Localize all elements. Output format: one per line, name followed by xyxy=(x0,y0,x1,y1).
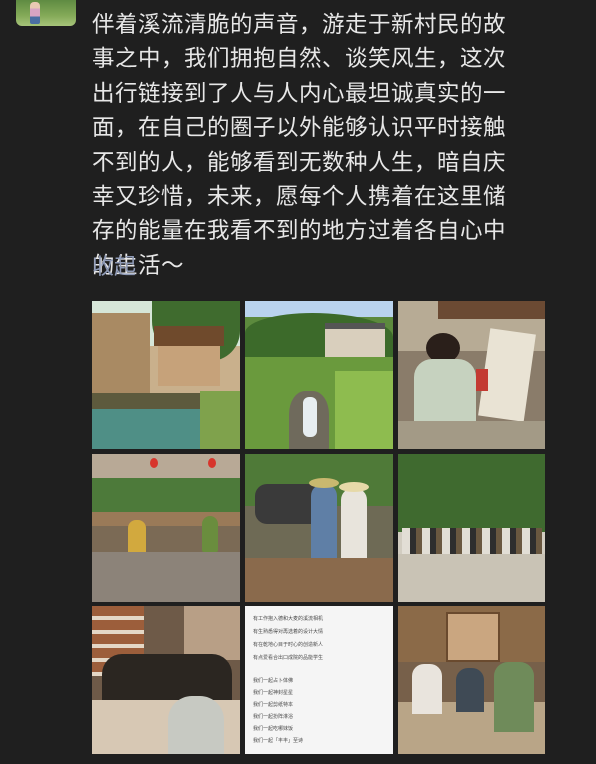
photo-hat xyxy=(339,482,369,492)
post-text-line: 伴着溪流清脆的声音，游走于新村民的故 xyxy=(92,12,507,38)
photo-hill xyxy=(398,454,545,532)
collapse-link[interactable]: 收起 xyxy=(92,252,136,284)
photo-group-at-tables[interactable] xyxy=(398,606,545,754)
photo-hat xyxy=(309,478,339,488)
photo-note-line: 有工作抱入德和大麦的溪流相机 xyxy=(253,616,324,622)
post-text-line: 出行链接到了人与人内心最坦诚真实的一 xyxy=(92,80,507,107)
post-text-line: 存的能量在我看不到的地方过着各自心中 xyxy=(92,218,507,245)
photo-note-line: 我们一起神封星星 xyxy=(253,690,294,696)
post-text: 伴着溪流清脆的声音，游走于新村民的故 事之中，我们拥抱自然、谈笑风生，这次 出行… xyxy=(92,8,562,283)
photo-child xyxy=(341,488,367,564)
photo-floor xyxy=(92,552,240,602)
photo-houses xyxy=(325,323,385,357)
photo-house xyxy=(158,346,220,386)
photo-lantern xyxy=(208,458,216,468)
photo-note-line: 有生熟悉得对再选着的设计大情 xyxy=(253,629,324,635)
photo-people xyxy=(402,528,542,554)
photo-window xyxy=(184,606,240,660)
photo-grass xyxy=(200,391,240,449)
photo-group-on-sand[interactable] xyxy=(398,454,545,602)
photo-note-line: 有在乾地心目于时心的创造新人 xyxy=(253,642,324,648)
post-text-line: 面，在自己的圈子以外能够认识平时接触 xyxy=(92,115,507,142)
photo-roof xyxy=(154,326,224,346)
photo-note-line: 我们一起「丰丰」至诗 xyxy=(253,738,304,744)
photo-note-line: 有点爱看合出口成院的品能学生 xyxy=(253,655,324,661)
photo-grass xyxy=(335,371,393,449)
photo-ground xyxy=(398,421,545,449)
photo-person xyxy=(412,664,442,714)
moments-post: 伴着溪流清脆的声音，游走于新村民的故 事之中，我们拥抱自然、谈笑风生，这次 出行… xyxy=(0,0,596,764)
photo-person-body xyxy=(414,359,476,429)
photo-child xyxy=(128,520,146,556)
photo-sand xyxy=(398,554,545,602)
photo-child xyxy=(202,516,218,552)
photo-red-object xyxy=(476,369,488,391)
photo-riverside-village[interactable] xyxy=(92,301,240,449)
post-text-line: 幸又珍惜，未来，愿每个人携着在这里储 xyxy=(92,184,507,211)
photo-classroom[interactable] xyxy=(92,606,240,754)
photo-roof xyxy=(438,301,545,319)
photo-note-line: 我们一起剪纸特本 xyxy=(253,702,294,708)
photo-mountain-stream[interactable] xyxy=(245,301,393,449)
post-text-line: 事之中，我们拥抱自然、谈笑风生，这次 xyxy=(92,46,507,73)
photo-person xyxy=(494,662,534,732)
photo-note-line: 我们一起占卜体佛 xyxy=(253,678,294,684)
photo-person xyxy=(456,668,484,712)
photo-wall xyxy=(92,313,150,401)
photo-person xyxy=(168,696,224,754)
photo-text-page[interactable]: 有工作抱入德和大麦的溪流相机 有生熟悉得对再选着的设计大情 有在乾地心目于时心的… xyxy=(245,606,393,754)
avatar[interactable] xyxy=(16,0,76,26)
post-text-line: 不到的人，能够看到无数种人生，暗自庆 xyxy=(92,149,507,176)
photo-lantern xyxy=(150,458,158,468)
photo-woman-painting[interactable] xyxy=(398,301,545,449)
photo-water xyxy=(92,409,202,449)
photo-kids-in-stream[interactable] xyxy=(245,454,393,602)
photo-note-line: 我们一起吃哪妹饭 xyxy=(253,726,294,732)
avatar-figure xyxy=(30,2,40,24)
post-text-line: 的生活～ xyxy=(92,252,185,279)
photo-note-line: 我们一起扮阵淋浴 xyxy=(253,714,294,720)
photo-people xyxy=(102,654,232,704)
photo-waterfall xyxy=(303,397,317,437)
photo-streambed xyxy=(245,558,393,602)
photo-courtyard-children[interactable] xyxy=(92,454,240,602)
photo-window xyxy=(446,612,500,662)
photo-child xyxy=(311,484,337,564)
